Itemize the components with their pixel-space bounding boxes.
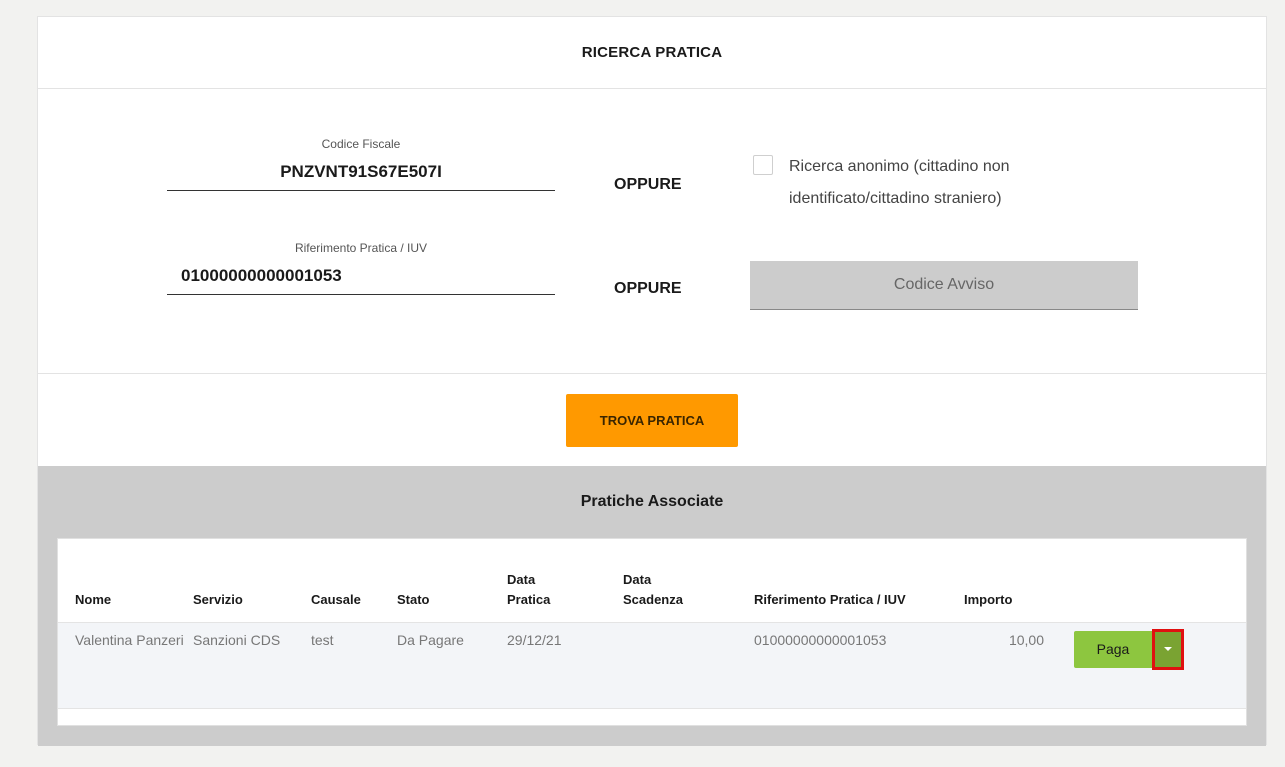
col-nome: Nome [75, 591, 112, 607]
col-riferimento: Riferimento Pratica / IUV [754, 591, 906, 607]
page-title: RICERCA PRATICA [581, 44, 723, 61]
riferimento-field-group: Riferimento Pratica / IUV [167, 241, 555, 295]
col-importo: Importo [964, 591, 1013, 607]
col-data-pratica: Data Pratica [507, 571, 551, 607]
col-azioni [1044, 539, 1246, 622]
cell-nome: Valentina Panzeri [75, 631, 184, 648]
paga-dropdown-toggle[interactable] [1152, 628, 1184, 670]
cell-azioni: Paga [1044, 622, 1246, 708]
col-stato: Stato [397, 591, 430, 607]
col-causale: Causale [311, 591, 361, 607]
riferimento-input[interactable] [167, 255, 555, 295]
caret-down-icon [1164, 647, 1172, 651]
oppure-label-2: OPPURE [614, 280, 682, 297]
ricerca-anonimo-option[interactable]: Ricerca anonimo (cittadino non identific… [753, 151, 1073, 215]
codice-fiscale-field-group: Codice Fiscale [167, 137, 555, 191]
cell-servizio: Sanzioni CDS [193, 631, 281, 648]
ricerca-pratica-card: RICERCA PRATICA Codice Fiscale OPPURE Ri… [37, 16, 1267, 746]
cell-causale: test [311, 631, 334, 648]
codice-avviso-button[interactable]: Codice Avviso [750, 261, 1138, 310]
codice-fiscale-input[interactable] [167, 151, 555, 191]
col-servizio: Servizio [193, 591, 243, 607]
pratiche-table-container: Nome Servizio Causale Stato Data Pratica… [57, 538, 1247, 726]
cell-riferimento: 01000000000001053 [754, 631, 887, 648]
paga-split-button: Paga [1074, 628, 1184, 670]
col-data-scadenza: Data Scadenza [623, 571, 683, 607]
paga-button[interactable]: Paga [1074, 630, 1152, 668]
trova-pratica-button[interactable]: TROVA PRATICA [566, 394, 738, 447]
trova-area: TROVA PRATICA [38, 374, 1266, 466]
card-header: RICERCA PRATICA [38, 17, 1266, 89]
search-form: Codice Fiscale OPPURE Ricerca anonimo (c… [38, 89, 1266, 374]
cell-importo: 10,00 [1008, 631, 1044, 648]
oppure-label-1: OPPURE [614, 176, 682, 193]
cell-stato: Da Pagare [397, 631, 464, 648]
cell-data-scadenza [623, 622, 754, 708]
riferimento-label: Riferimento Pratica / IUV [294, 241, 428, 255]
table-row: Valentina Panzeri Sanzioni CDS test Da P… [58, 622, 1246, 708]
cell-data-pratica: 29/12/21 [507, 631, 562, 648]
ricerca-anonimo-checkbox[interactable] [753, 155, 773, 175]
pratiche-table: Nome Servizio Causale Stato Data Pratica… [58, 539, 1246, 709]
pratiche-associate-panel: Pratiche Associate Nome Servizio Causale… [38, 466, 1266, 746]
ricerca-anonimo-label: Ricerca anonimo (cittadino non identific… [789, 158, 1010, 207]
table-header-row: Nome Servizio Causale Stato Data Pratica… [58, 539, 1246, 622]
pratiche-associate-title: Pratiche Associate [580, 493, 724, 510]
codice-fiscale-label: Codice Fiscale [321, 137, 401, 151]
